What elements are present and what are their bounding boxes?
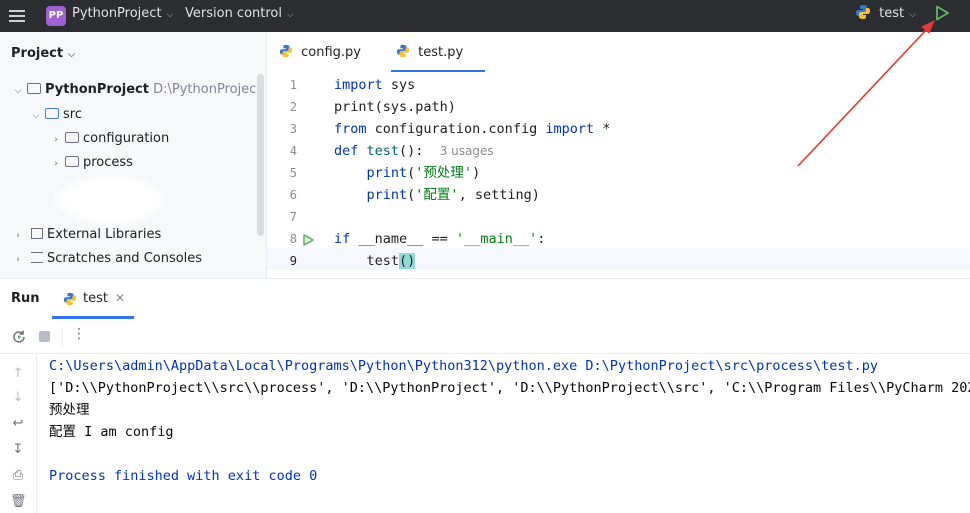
tab-label: test.py (418, 45, 464, 60)
main-menu-icon[interactable] (9, 8, 25, 24)
expand-arrow-icon[interactable]: › (13, 225, 23, 247)
python-icon (856, 5, 870, 19)
run-button[interactable] (933, 4, 951, 22)
run-tool-window: Run test ✕ ⋮ ↑ ↓ ↩ ↧ ⎙ 🗑 C:\Users\admin\… (0, 278, 970, 513)
toolbar-separator (62, 328, 63, 346)
console-line: ['D:\\PythonProject\\src\\process', 'D:\… (49, 380, 970, 396)
tree-item-configuration[interactable]: › configuration (51, 128, 169, 150)
project-view-title[interactable]: Project ⌵ (11, 46, 75, 61)
run-config-selector[interactable]: test ⌵ (855, 4, 916, 21)
tree-item-external-libraries[interactable]: › External Libraries (13, 224, 161, 246)
python-icon (63, 292, 77, 306)
more-options-icon[interactable]: ⋮ (72, 326, 86, 342)
chevron-down-icon: ⌵ (68, 50, 75, 60)
expand-arrow-icon[interactable]: › (13, 249, 23, 271)
code-line: if __name__ == '__main__': (334, 231, 546, 247)
vcs-menu[interactable]: Version control ⌵ (185, 6, 294, 21)
console-line: Process finished with exit code 0 (49, 468, 318, 484)
code-line: def test(): 3 usages (334, 143, 494, 159)
line-number: 7 (289, 210, 297, 224)
editor-tabs: config.py test.py ✕ (267, 32, 970, 102)
project-switcher[interactable]: PythonProject ⌵ (72, 6, 173, 21)
print-icon[interactable]: ⎙ (10, 468, 26, 484)
tab-test-py[interactable]: test.py ✕ (391, 32, 485, 102)
line-number: 2 (289, 100, 297, 114)
project-badge[interactable]: PP (46, 6, 66, 26)
arrow-up-icon[interactable]: ↑ (10, 366, 26, 382)
expand-arrow-icon[interactable]: › (51, 129, 61, 151)
chevron-down-icon: ⌵ (909, 10, 916, 20)
collapse-arrow-icon[interactable]: ⌵ (13, 80, 23, 102)
console-line: C:\Users\admin\AppData\Local\Programs\Py… (49, 358, 879, 374)
console-line: 预处理 (49, 402, 90, 418)
chevron-down-icon: ⌵ (287, 10, 294, 20)
code-line: print(sys.path) (334, 99, 456, 115)
collapse-arrow-icon[interactable]: ⌵ (31, 105, 41, 127)
sidebar-scrollbar[interactable] (257, 74, 264, 236)
project-name: PythonProject (72, 6, 162, 21)
soft-wrap-icon[interactable]: ↩ (10, 416, 26, 432)
arrow-down-icon[interactable]: ↓ (10, 390, 26, 406)
code-line: print('预处理') (366, 165, 481, 181)
tree-root[interactable]: ⌵ PythonProject D:\PythonProject (13, 79, 262, 102)
redacted-area (52, 175, 170, 225)
line-number: 5 (289, 166, 297, 180)
line-number: 8 (289, 232, 297, 246)
run-tab-label: test (83, 291, 108, 306)
tab-config-py[interactable]: config.py (279, 32, 389, 72)
run-config-label: test (879, 6, 905, 21)
package-icon (65, 132, 79, 143)
run-panel-title: Run (11, 291, 40, 306)
code-line: from configuration.config import * (334, 121, 611, 137)
trash-icon[interactable]: 🗑 (10, 494, 27, 510)
scroll-to-end-icon[interactable]: ↧ (10, 442, 26, 458)
code-line: test() (334, 253, 416, 269)
line-number: 6 (289, 188, 297, 202)
console-side-toolbar: ↑ ↓ ↩ ↧ ⎙ 🗑 (0, 354, 37, 513)
vcs-label: Version control (185, 6, 282, 21)
line-number: 4 (289, 144, 297, 158)
tree-item-process[interactable]: › process (51, 152, 133, 174)
rerun-icon[interactable] (11, 329, 27, 345)
console-line: 配置 I am config (49, 424, 174, 440)
project-tool-window: Project ⌵ ⌵ PythonProject D:\PythonProject… (0, 32, 267, 278)
line-number: 3 (289, 122, 297, 136)
python-file-icon (396, 44, 410, 58)
tree-item-scratches[interactable]: › Scratches and Consoles (13, 248, 202, 270)
root-path: D:\PythonProject (153, 82, 262, 97)
folder-icon (27, 83, 41, 94)
library-icon (31, 228, 43, 239)
tree-item-src[interactable]: ⌵ src (31, 104, 82, 126)
close-tab-icon[interactable]: ✕ (115, 291, 125, 305)
chevron-down-icon: ⌵ (166, 10, 174, 20)
scratches-icon (31, 252, 43, 263)
code-line: import sys (334, 77, 416, 93)
tab-label: config.py (301, 45, 361, 60)
gutter-run-icon[interactable] (301, 233, 315, 247)
code-line: print('配置', setting) (366, 187, 540, 203)
python-file-icon (279, 44, 293, 58)
title-bar: PP PythonProject ⌵ Version control ⌵ test ⌵ (0, 0, 970, 32)
line-number: 1 (289, 78, 297, 92)
source-folder-icon (45, 108, 59, 119)
expand-arrow-icon[interactable]: › (51, 153, 61, 175)
run-tab-test[interactable]: test ✕ (52, 279, 134, 319)
stop-icon[interactable] (39, 331, 50, 342)
run-toolbar: ⋮ (0, 319, 970, 354)
package-icon (65, 156, 79, 167)
usages-hint[interactable]: 3 usages (440, 144, 494, 158)
root-name: PythonProject (45, 82, 149, 97)
editor-gutter: 1 2 3 4 5 6 7 8 9 (267, 72, 323, 278)
line-number: 9 (289, 254, 297, 268)
code-editor[interactable]: 1 2 3 4 5 6 7 8 9 import sys print(sys.p… (267, 72, 970, 278)
